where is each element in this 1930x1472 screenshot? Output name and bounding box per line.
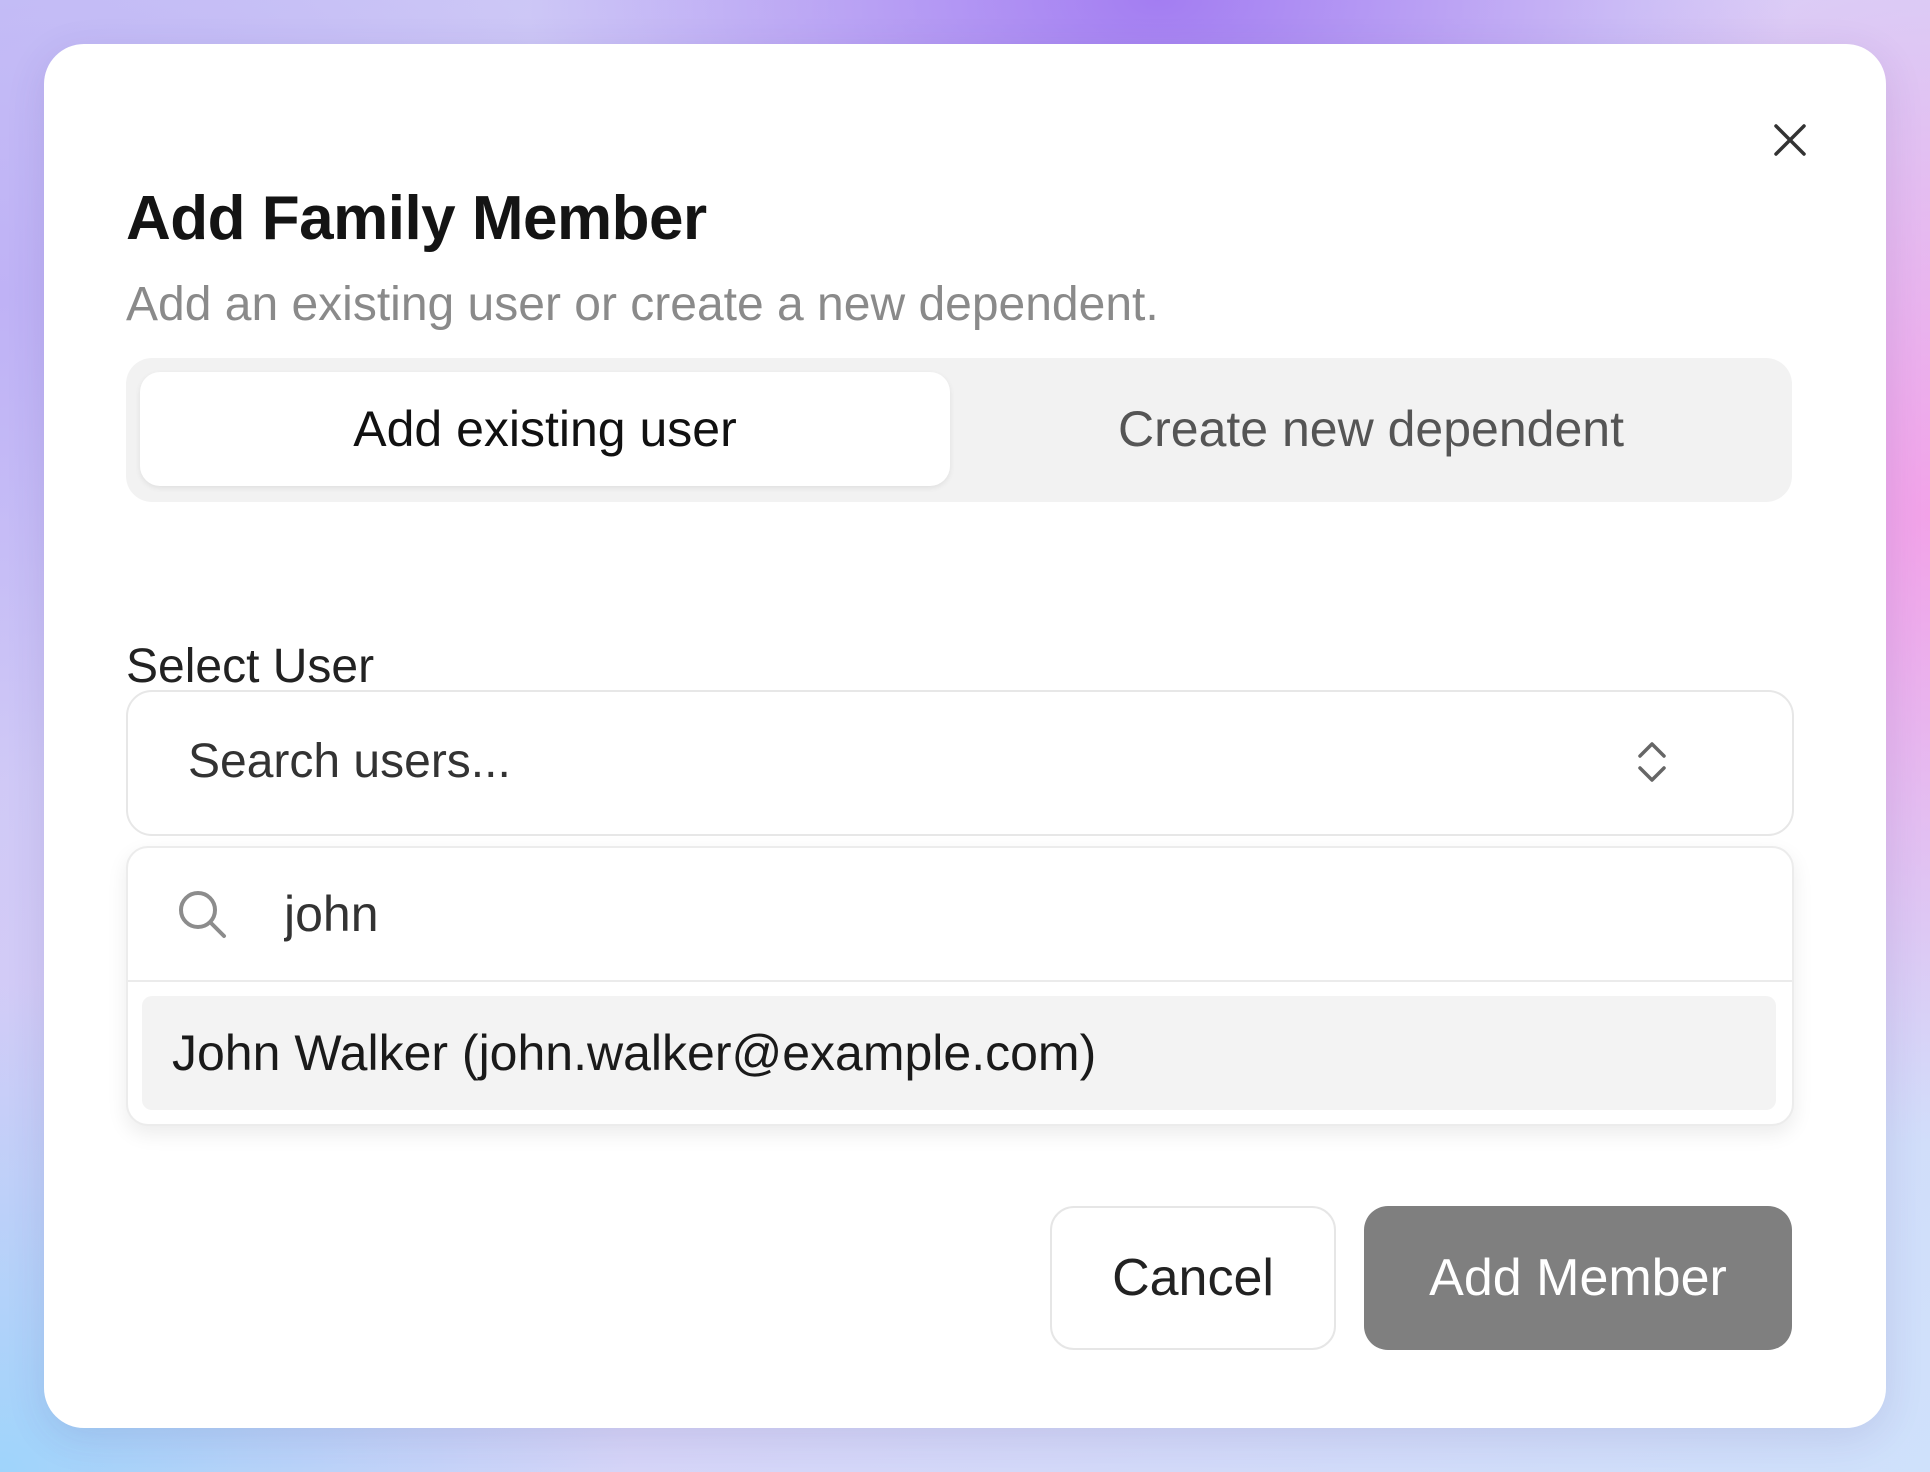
tab-create-new-dependent[interactable]: Create new dependent <box>964 372 1778 486</box>
add-family-member-dialog: Add Family Member Add an existing user o… <box>44 44 1886 1428</box>
user-search-dropdown: John Walker (john.walker@example.com) <box>126 846 1794 1126</box>
dialog-subtitle: Add an existing user or create a new dep… <box>126 278 1159 331</box>
close-icon <box>1774 124 1806 156</box>
tab-add-existing-user[interactable]: Add existing user <box>140 372 950 486</box>
close-button[interactable] <box>1766 116 1814 164</box>
user-select-placeholder: Search users... <box>188 735 511 788</box>
dropdown-search-row <box>128 848 1792 982</box>
cancel-button[interactable]: Cancel <box>1050 1206 1336 1350</box>
chevron-up-down-icon <box>1638 742 1666 782</box>
add-member-button[interactable]: Add Member <box>1364 1206 1792 1350</box>
user-search-input[interactable] <box>284 880 1684 948</box>
user-select[interactable]: Search users... <box>126 690 1794 836</box>
dialog-title: Add Family Member <box>126 184 707 253</box>
user-option-label: John Walker (john.walker@example.com) <box>172 1025 1097 1081</box>
mode-tabs: Add existing user Create new dependent <box>126 358 1792 502</box>
search-icon <box>179 891 226 938</box>
user-option-john-walker[interactable]: John Walker (john.walker@example.com) <box>142 996 1776 1110</box>
